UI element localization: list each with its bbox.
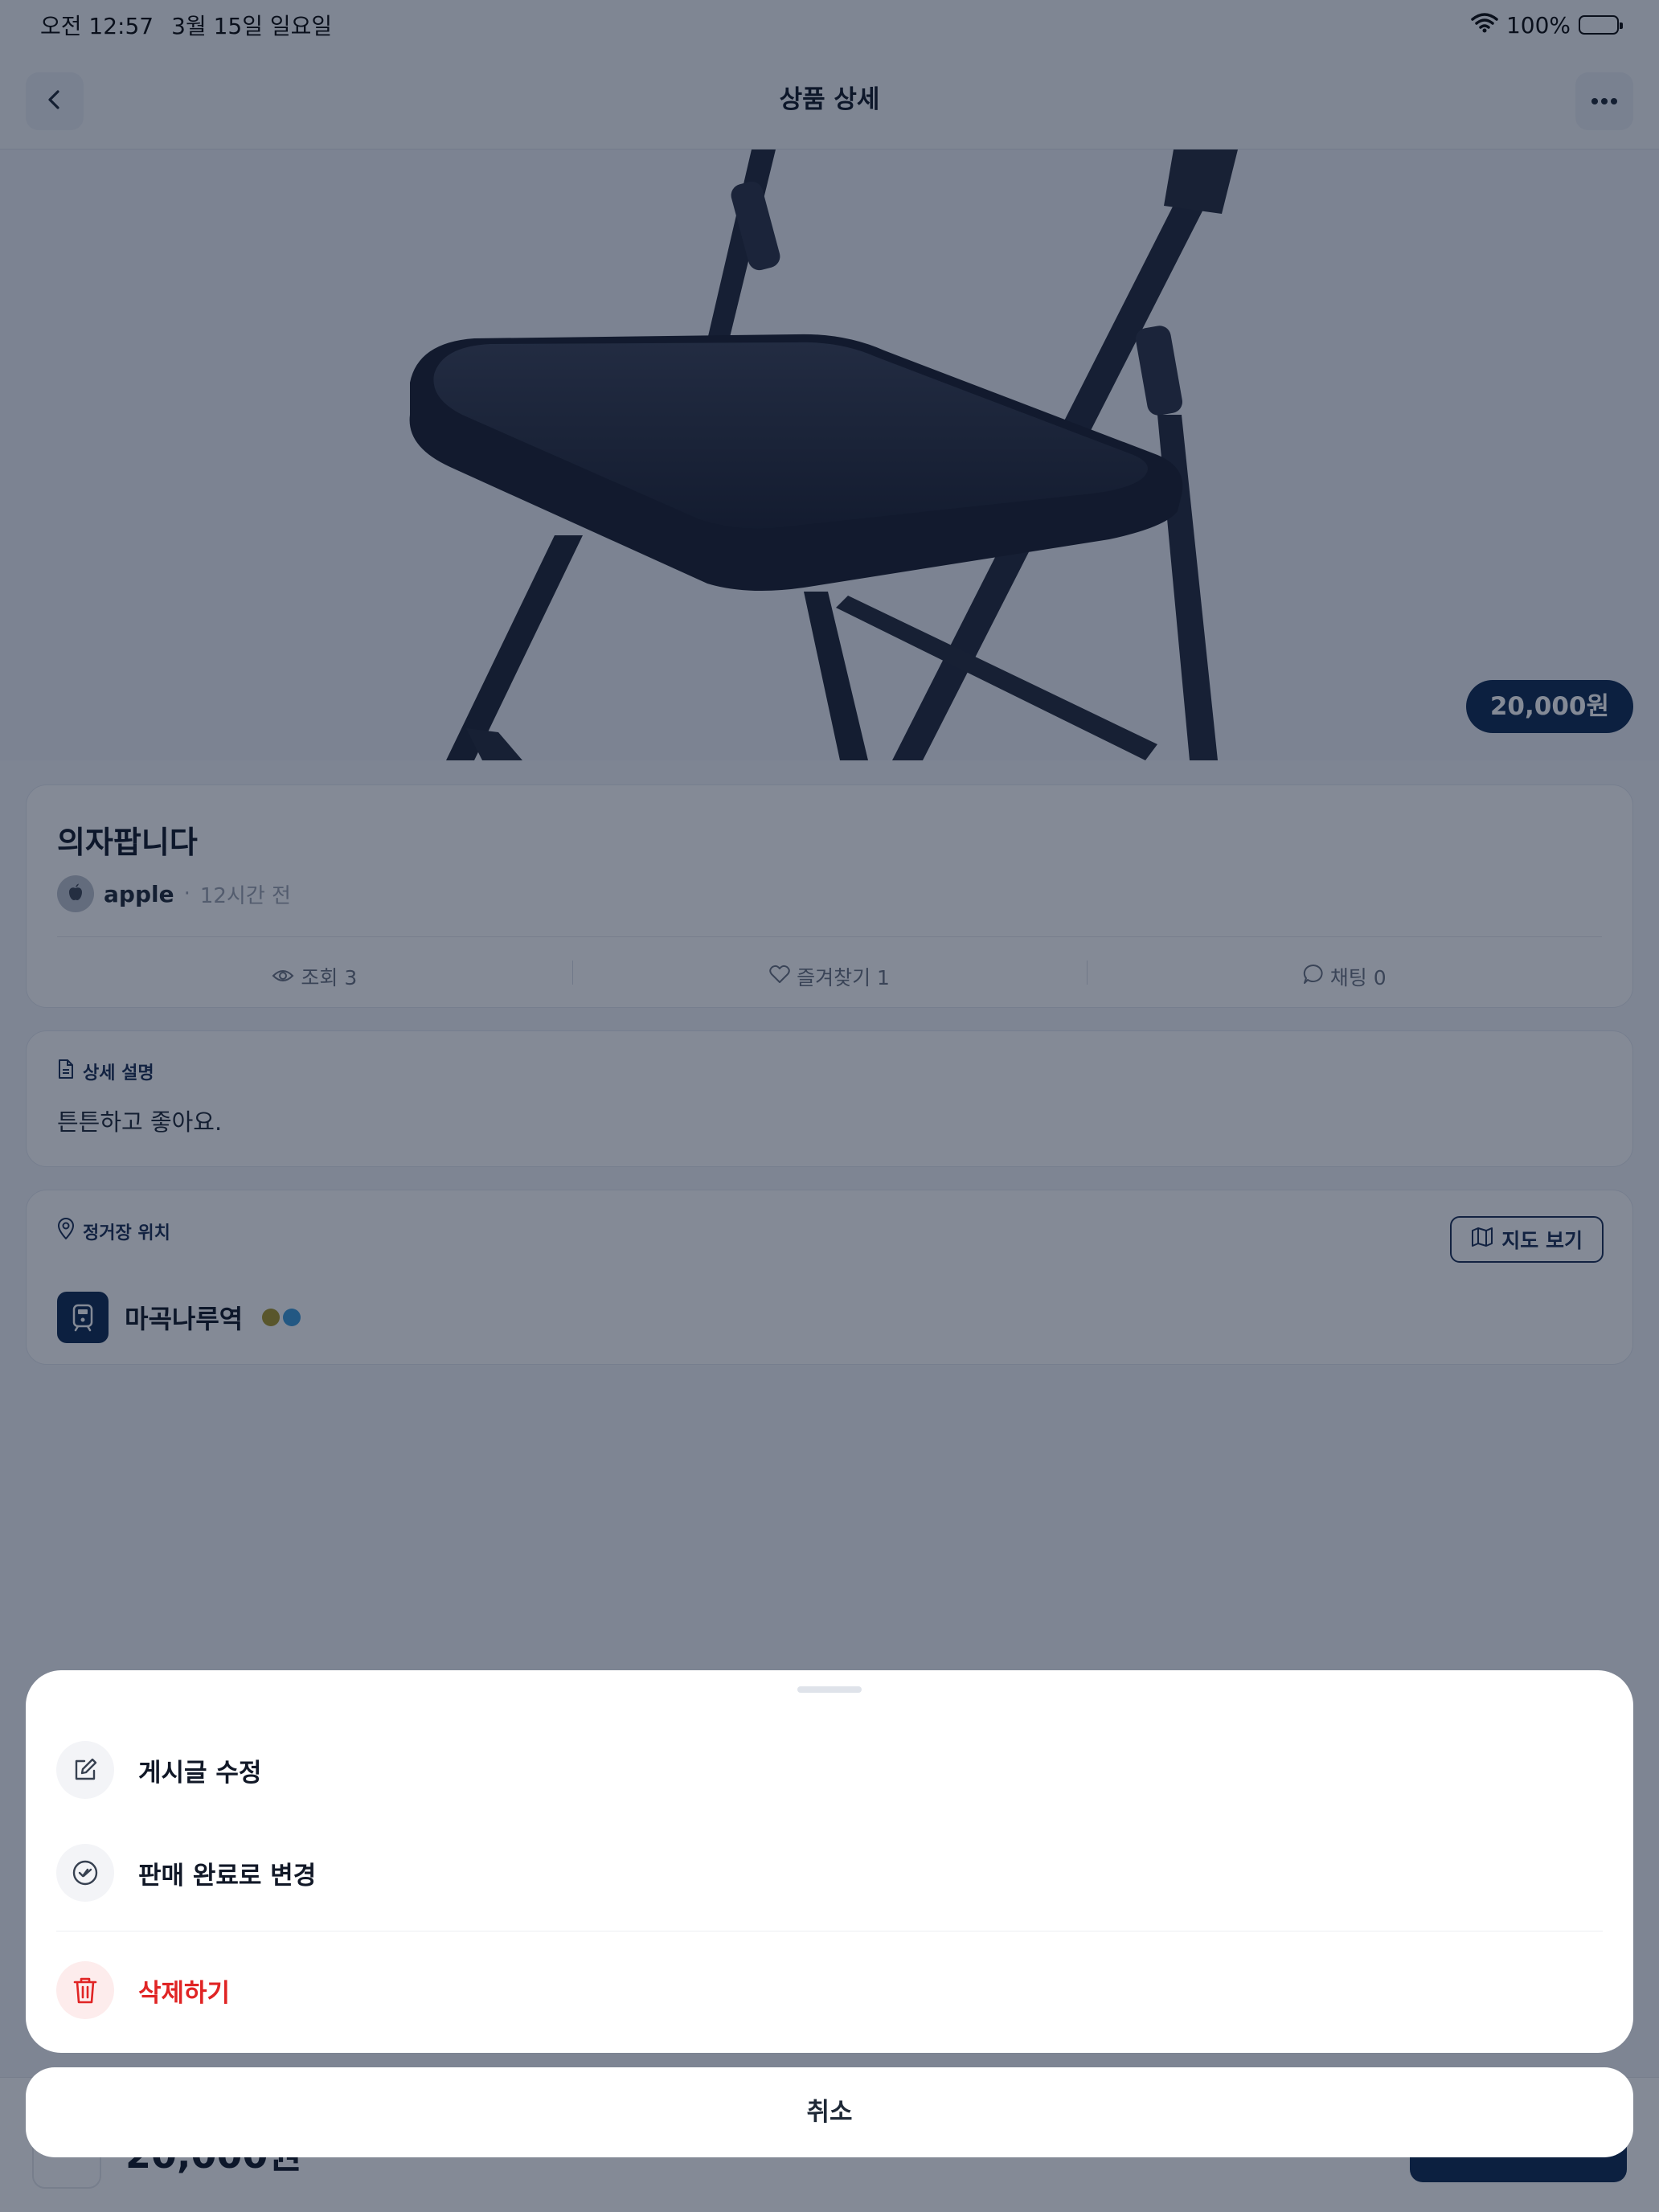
edit-post-label: 게시글 수정 (138, 1758, 262, 1788)
product-detail-page: 오전 12:57 3월 15일 일요일 100% 상품 상세 (0, 0, 1659, 2212)
trash-icon (56, 1961, 114, 2019)
mark-sold-item[interactable]: 판매 완료로 변경 (56, 1844, 316, 1902)
delete-item[interactable]: 삭제하기 (56, 1961, 230, 2019)
cancel-button[interactable]: 취소 (26, 2067, 1633, 2157)
check-circle-icon (56, 1844, 114, 1902)
sheet-grabber[interactable] (797, 1686, 862, 1693)
edit-icon (56, 1741, 114, 1799)
mark-sold-label: 판매 완료로 변경 (138, 1861, 317, 1890)
edit-post-item[interactable]: 게시글 수정 (56, 1741, 261, 1799)
action-sheet: 게시글 수정 판매 완료로 변경 삭제하기 (26, 1670, 1633, 2053)
delete-label: 삭제하기 (138, 1978, 231, 2008)
